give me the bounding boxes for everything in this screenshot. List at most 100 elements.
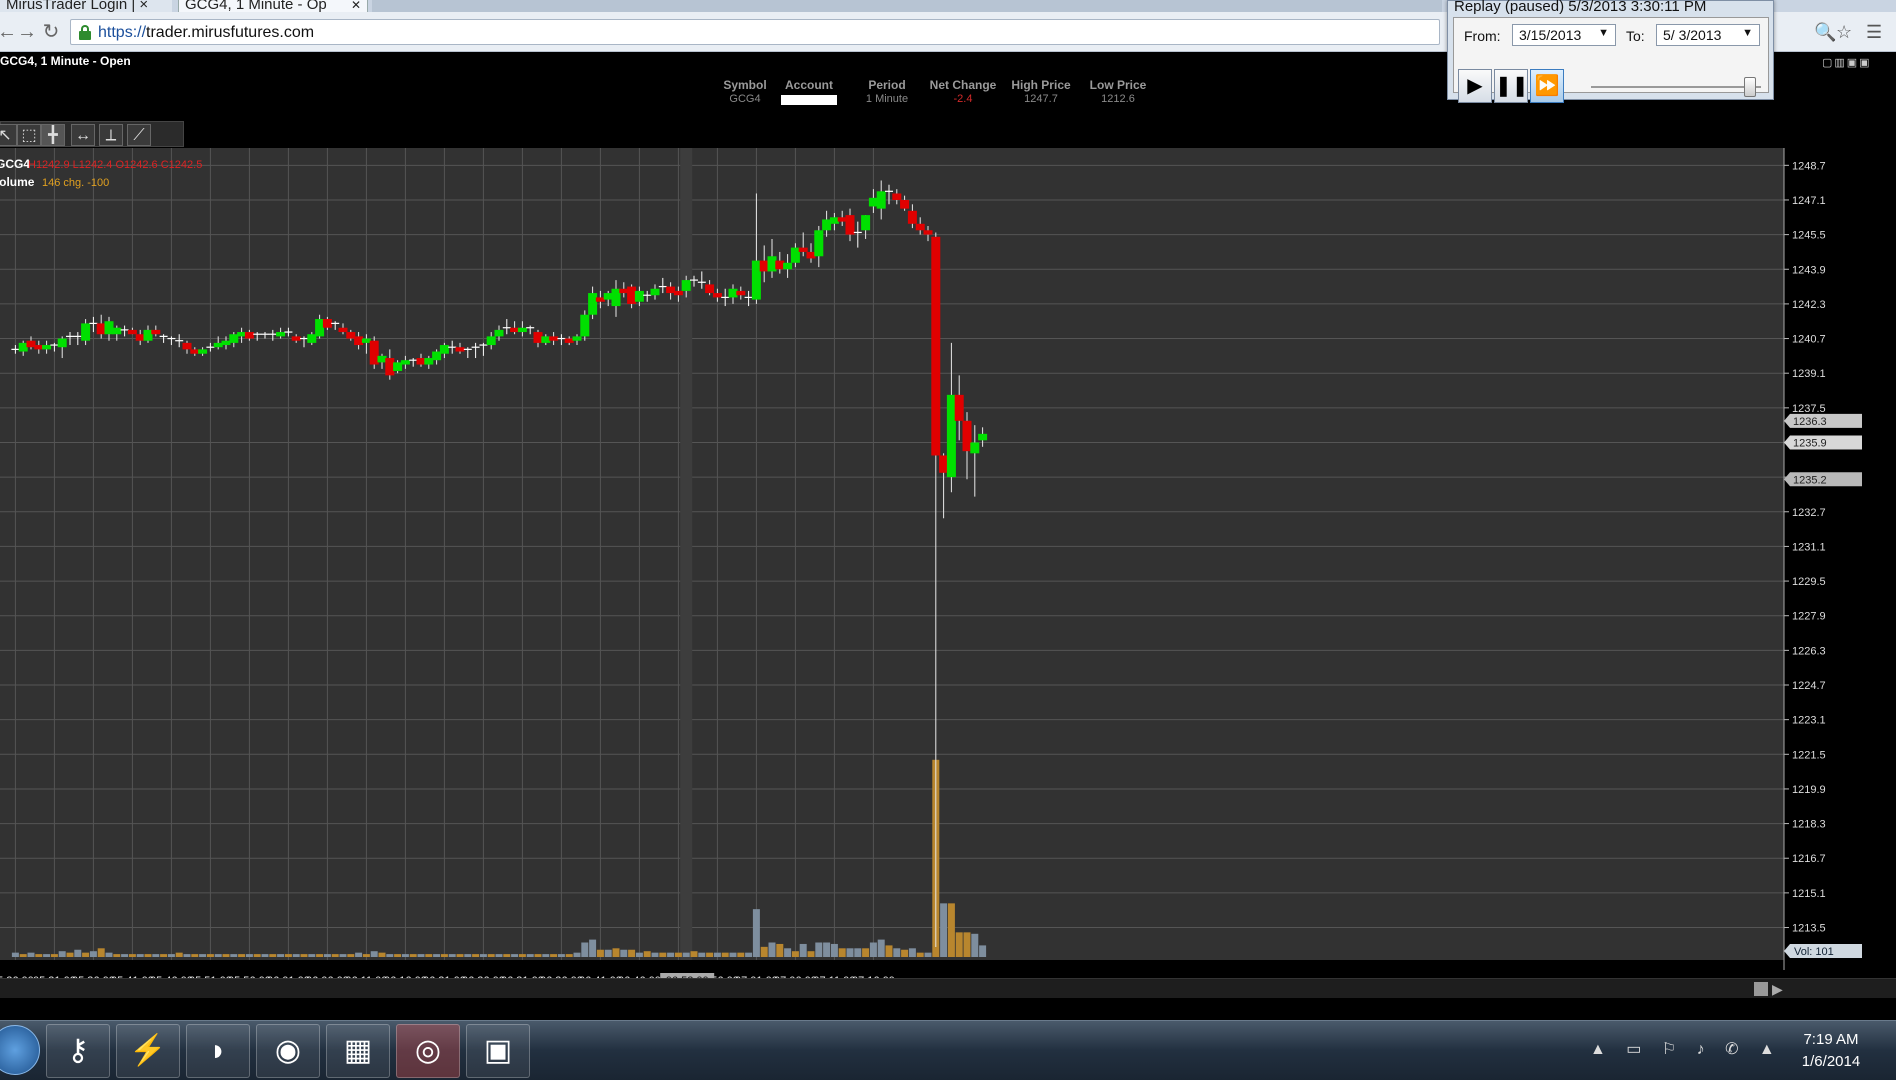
candle-body [845,215,855,235]
volume-bar [425,954,433,957]
candle-body [439,345,449,354]
legend-volume-label: Volume [0,175,35,189]
volume-bar [409,954,417,957]
remote-desktop-icon[interactable]: ▣ [466,1024,530,1078]
candle-body [455,347,465,352]
system-tray[interactable]: ▲ ▭ ⚐ ♪ ✆ ▲ [1590,1039,1783,1059]
volume-bar [105,952,113,957]
candle-body [143,329,153,341]
crosshair-icon[interactable]: ╋ [41,124,65,146]
candle-body [96,323,106,335]
volume-bar [674,952,682,957]
candle-body [18,342,28,352]
to-date-picker[interactable]: 5/ 3/2013 ▼ [1656,24,1760,46]
close-tab-icon[interactable]: ✕ [351,0,361,11]
start-button[interactable] [0,1025,40,1075]
scroll-right-icon[interactable]: ▶ [1772,981,1783,998]
volume-bar [971,933,979,957]
candle-body [229,334,239,343]
scroll-thumb[interactable] [1754,982,1768,996]
volume-bar [706,952,714,957]
volume-bar [495,954,503,957]
menu-icon[interactable]: ☰ [1866,22,1882,43]
volume-bar [721,952,729,957]
ninja-app-icon[interactable]: ◗ [186,1024,250,1078]
trading-app-icon[interactable]: ⚡ [116,1024,180,1078]
replay-speed-slider-track[interactable] [1591,86,1761,88]
tab-chart[interactable]: GCG4, 1 Minute - Op ✕ [178,0,368,12]
price-chart[interactable]: 1248.7 1247.1 1245.5 1243.9 1242.3 1240.7 1239… [0,148,1896,978]
chrome-icon[interactable]: ◎ [396,1024,460,1078]
candle-body [954,394,964,421]
candle-body [369,340,379,365]
candle-body [307,334,317,343]
zoom-box-icon[interactable]: ⬚ [17,124,41,146]
volume-bar [830,943,838,957]
panel-window-controls[interactable]: ▢▥▣▣ [1822,56,1872,69]
volume-bar [440,954,448,957]
volume-bar [963,932,971,957]
candle-body [322,319,332,328]
candle-body [939,455,949,473]
volume-bar [27,952,35,957]
fast-forward-button[interactable]: ⏩ [1530,69,1564,103]
candle-body [361,338,371,343]
chart-scrollbar[interactable]: ▶ [0,978,1896,998]
from-date-picker[interactable]: 3/15/2013 ▼ [1512,24,1616,46]
volume-bar [113,954,121,957]
volume-bar [737,952,745,957]
y-tick-label: 1226.3 [1792,645,1826,657]
volume-bar [729,952,737,957]
candle-body [190,349,200,354]
volume-bar [448,954,456,957]
screen: MirusTrader Login | × GCG4, 1 Minute - O… [0,0,1896,1080]
candle-body [923,230,933,235]
vertical-line-icon[interactable]: ⟂ [99,124,123,146]
replay-speed-slider-thumb[interactable] [1744,77,1756,97]
y-tick-label: 1237.5 [1792,403,1826,415]
zoom-icon[interactable]: 🔍 [1814,22,1836,43]
tab-label: MirusTrader Login | × [6,0,149,12]
address-bar[interactable]: https://trader.mirusfutures.com [70,19,1440,45]
candle-body [34,345,44,350]
volume-bar [230,954,238,957]
trendline-icon[interactable]: ⟋ [127,124,151,146]
candle-body [822,219,832,231]
forward-icon[interactable]: → [16,21,38,43]
keys-app-icon[interactable]: ⚷ [46,1024,110,1078]
volume-bar [542,954,550,957]
excel-icon[interactable]: ▦ [326,1024,390,1078]
firefox-icon[interactable]: ◉ [256,1024,320,1078]
volume-bar [323,954,331,957]
taskbar-clock[interactable]: 7:19 AM 1/6/2014 [1786,1029,1876,1073]
volume-bar [206,954,214,957]
volume-bar [877,939,885,957]
volume-bar [518,954,526,957]
volume-bar [846,948,854,957]
volume-bar [511,954,519,957]
volume-bar [916,952,924,957]
candle-body [790,247,800,263]
candle-body [970,442,980,454]
star-icon[interactable]: ☆ [1836,22,1852,43]
y-tick-label: 1227.9 [1792,611,1826,623]
volume-bar [947,903,955,957]
y-tick-label: 1248.7 [1792,160,1826,172]
volume-bar [815,942,823,957]
url-text: https://trader.mirusfutures.com [98,24,315,41]
y-tick-label: 1245.5 [1792,230,1826,242]
pause-button[interactable]: ❚❚ [1494,69,1529,103]
candle-body [876,191,886,209]
info-account[interactable]: Account [764,78,854,110]
candle-body [564,338,574,343]
volume-bar [66,952,74,957]
play-button[interactable]: ▶ [1458,69,1492,103]
reload-icon[interactable]: ↻ [40,21,62,43]
candle-body [346,332,356,339]
tab-mirustrader-login[interactable]: MirusTrader Login | × [0,0,172,12]
horizontal-line-icon[interactable]: ↔ [71,124,95,146]
volume-bar [838,948,846,957]
candle-body [81,323,91,341]
cursor-icon[interactable]: ↖ [0,124,17,146]
blurred-tabs [372,0,1442,12]
